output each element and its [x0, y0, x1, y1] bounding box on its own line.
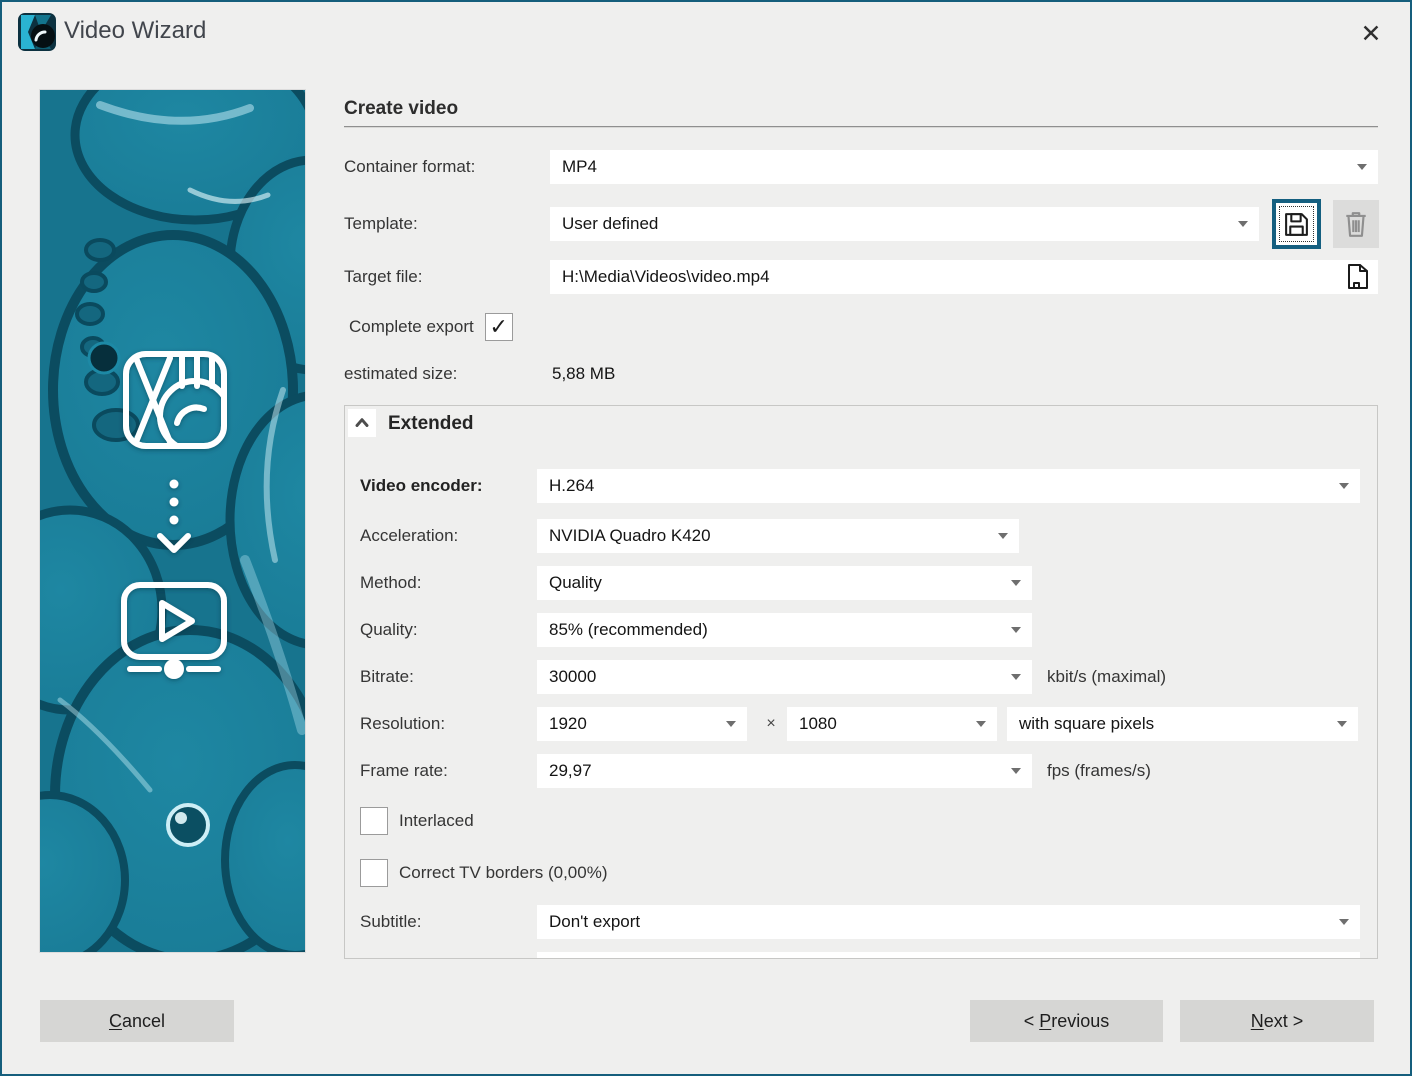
bitrate-label: Bitrate: — [360, 660, 414, 694]
chevron-up-icon — [352, 413, 372, 433]
acceleration-select[interactable]: NVIDIA Quadro K420 — [537, 519, 1019, 553]
resolution-label: Resolution: — [360, 707, 445, 741]
section-divider — [344, 126, 1378, 128]
trash-icon — [1343, 210, 1369, 238]
collapse-extended-button[interactable] — [348, 409, 376, 437]
open-folder-icon — [1346, 263, 1370, 290]
frame-rate-label: Frame rate: — [360, 754, 448, 788]
bitrate-unit-label: kbit/s (maximal) — [1047, 660, 1166, 694]
acceleration-label: Acceleration: — [360, 519, 458, 553]
quality-select[interactable]: 85% (recommended) — [537, 613, 1032, 647]
container-format-select[interactable]: MP4 — [550, 150, 1378, 184]
frame-rate-unit-label: fps (frames/s) — [1047, 754, 1151, 788]
save-floppy-icon — [1283, 211, 1310, 238]
tv-borders-row: Correct TV borders (0,00%) — [360, 859, 607, 887]
target-file-label: Target file: — [344, 260, 422, 294]
browse-file-button[interactable] — [1344, 263, 1372, 291]
video-wizard-dialog: Video Wizard ✕ — [0, 0, 1412, 1076]
video-encoder-select[interactable]: H.264 — [537, 469, 1360, 503]
interlaced-checkbox[interactable] — [360, 807, 388, 835]
video-encoder-label: Video encoder: — [360, 469, 483, 503]
chevron-down-icon — [1337, 721, 1347, 727]
tv-borders-label: Correct TV borders (0,00%) — [399, 863, 607, 883]
chevron-down-icon — [1011, 768, 1021, 774]
next-button[interactable]: Next > — [1180, 1000, 1374, 1042]
delete-template-button[interactable] — [1333, 200, 1379, 248]
template-label: Template: — [344, 207, 418, 241]
chevron-down-icon — [726, 721, 736, 727]
clipped-next-field — [537, 952, 1360, 959]
previous-button[interactable]: < Previous — [970, 1000, 1163, 1042]
window-title: Video Wizard — [64, 17, 206, 45]
chevron-down-icon — [998, 533, 1008, 539]
interlaced-label: Interlaced — [399, 811, 474, 831]
close-button[interactable]: ✕ — [1354, 18, 1388, 50]
page-title: Create video — [344, 98, 458, 120]
save-template-button[interactable] — [1272, 199, 1321, 249]
close-icon: ✕ — [1361, 19, 1382, 49]
estimated-size-value: 5,88 MB — [552, 357, 615, 391]
bubbles-artwork — [40, 90, 305, 952]
method-label: Method: — [360, 566, 421, 600]
chevron-down-icon — [1238, 221, 1248, 227]
pixel-aspect-select[interactable]: with square pixels — [1007, 707, 1358, 741]
resolution-height-select[interactable]: 1080 — [787, 707, 997, 741]
interlaced-row: Interlaced — [360, 807, 474, 835]
template-select[interactable]: User defined — [550, 207, 1259, 241]
frame-rate-select[interactable]: 29,97 — [537, 754, 1032, 788]
container-format-label: Container format: — [344, 150, 475, 184]
cancel-button[interactable]: Cancel — [40, 1000, 234, 1042]
extended-panel: Extended Video encoder: H.264 Accelerati… — [344, 405, 1378, 959]
chevron-down-icon — [1011, 580, 1021, 586]
title-bar: Video Wizard ✕ — [2, 2, 1410, 64]
complete-export-label: Complete export — [349, 317, 474, 337]
chevron-down-icon — [976, 721, 986, 727]
chevron-down-icon — [1011, 627, 1021, 633]
checkmark-icon: ✓ — [490, 314, 508, 340]
method-select[interactable]: Quality — [537, 566, 1032, 600]
estimated-size-label: estimated size: — [344, 357, 457, 391]
wizard-preview-image — [40, 90, 305, 952]
subtitle-label: Subtitle: — [360, 905, 421, 939]
quality-label: Quality: — [360, 613, 418, 647]
resolution-width-select[interactable]: 1920 — [537, 707, 747, 741]
resolution-separator: × — [757, 707, 785, 741]
chevron-down-icon — [1357, 164, 1367, 170]
complete-export-checkbox[interactable]: ✓ — [485, 313, 513, 341]
subtitle-select[interactable]: Don't export — [537, 905, 1360, 939]
complete-export-row: Complete export ✓ — [349, 313, 513, 341]
chevron-down-icon — [1339, 919, 1349, 925]
extended-heading: Extended — [388, 413, 474, 435]
chevron-down-icon — [1011, 674, 1021, 680]
target-file-input[interactable]: H:\Media\Videos\video.mp4 — [550, 260, 1378, 294]
app-logo-icon — [18, 13, 56, 51]
tv-borders-checkbox[interactable] — [360, 859, 388, 887]
bitrate-select[interactable]: 30000 — [537, 660, 1032, 694]
chevron-down-icon — [1339, 483, 1349, 489]
